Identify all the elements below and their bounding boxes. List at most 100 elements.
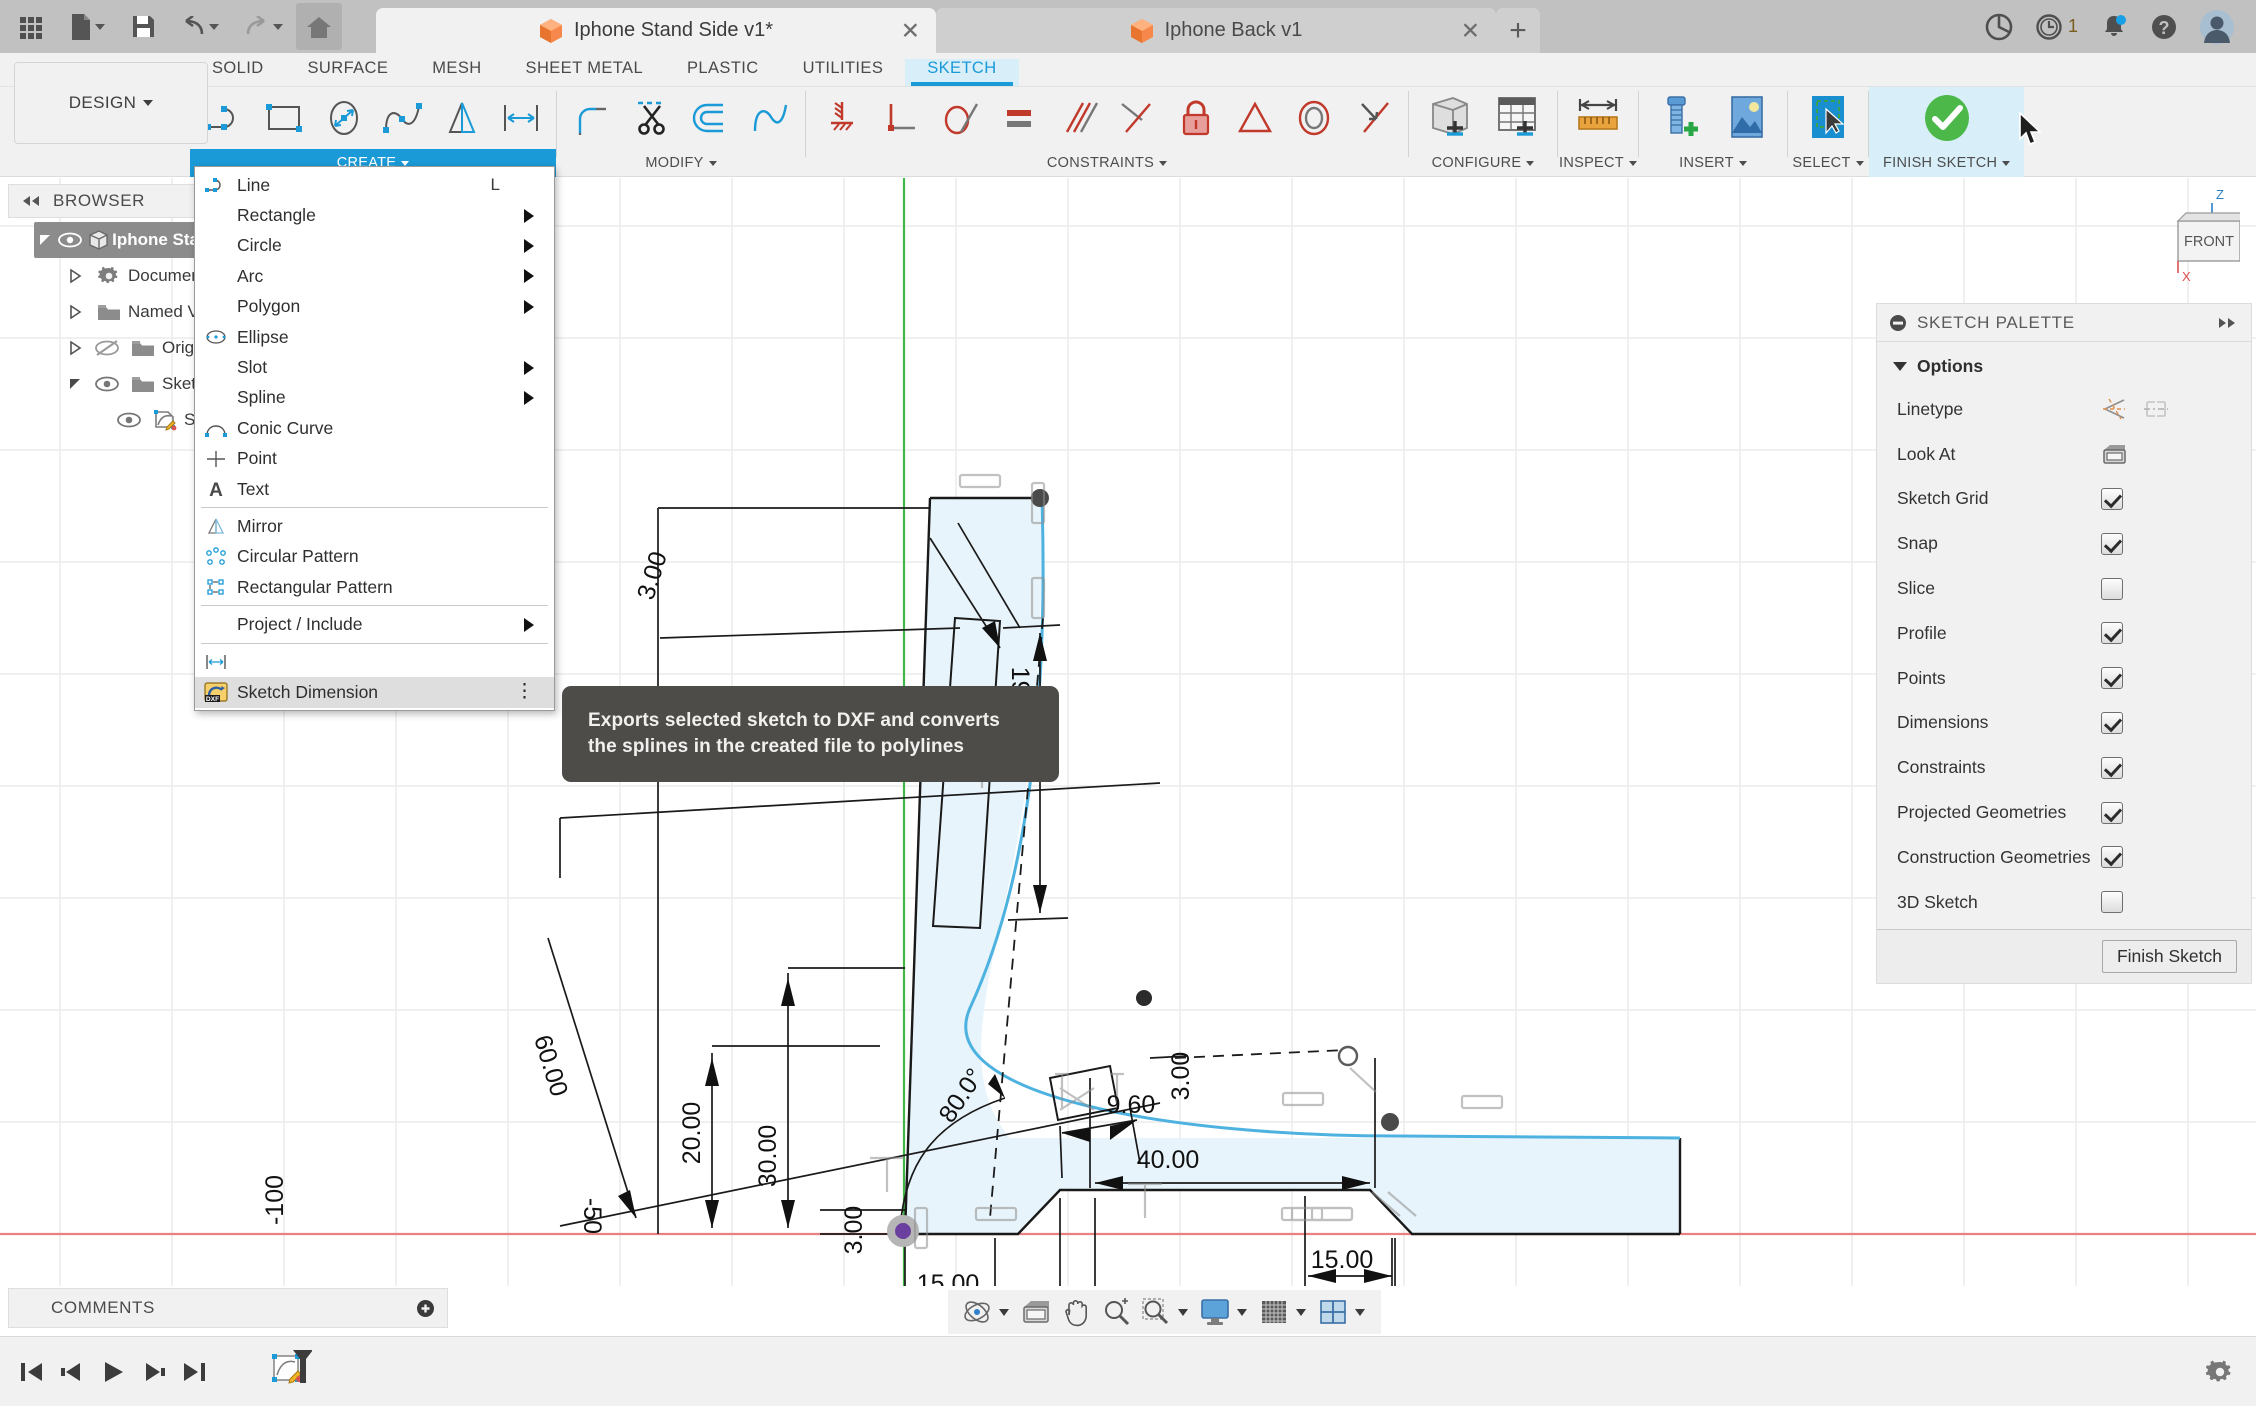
menu-item-text[interactable]: A Text — [195, 474, 554, 504]
collinear-icon[interactable] — [1107, 89, 1166, 147]
app-grid-icon[interactable] — [8, 3, 54, 50]
menu-item-circular-pattern[interactable]: Circular Pattern — [195, 542, 554, 572]
zoom-window-icon[interactable] — [1137, 1293, 1175, 1331]
symmetry-icon[interactable] — [1225, 89, 1284, 147]
mirror-icon[interactable] — [432, 89, 491, 147]
look-at-icon[interactable] — [2101, 442, 2127, 466]
configure-part-icon[interactable] — [1415, 89, 1483, 147]
redo-icon[interactable] — [232, 3, 294, 50]
menu-item-sketch-dimension[interactable] — [195, 647, 554, 677]
collapse-left-icon[interactable] — [21, 195, 41, 207]
step-forward-icon[interactable] — [140, 1360, 168, 1384]
ribbon-group-label-insert[interactable]: INSERT — [1639, 149, 1787, 177]
play-icon[interactable] — [100, 1360, 126, 1384]
eye-visible-icon[interactable] — [57, 232, 83, 248]
home-icon[interactable] — [296, 3, 342, 50]
tangent-icon[interactable] — [930, 89, 989, 147]
midpoint-icon[interactable] — [1343, 89, 1402, 147]
eye-visible-icon[interactable] — [112, 411, 146, 429]
ribbon-tab-mesh[interactable]: MESH — [410, 59, 503, 86]
ribbon-group-label-configure[interactable]: CONFIGURE — [1409, 149, 1557, 177]
ribbon-tab-utilities[interactable]: UTILITIES — [781, 59, 906, 86]
close-icon[interactable]: ✕ — [901, 19, 920, 42]
construction-geometries-checkbox[interactable] — [2101, 846, 2123, 869]
timeline-settings-icon[interactable] — [2206, 1358, 2256, 1386]
trim-icon[interactable] — [622, 89, 681, 147]
parallel-icon[interactable] — [1048, 89, 1107, 147]
menu-item-export-to-dxf[interactable]: DXF Sketch Dimension ⋮ — [195, 677, 554, 708]
twist-closed-icon[interactable] — [60, 269, 90, 283]
twist-open-icon[interactable] — [60, 377, 90, 391]
viewports-icon[interactable] — [1314, 1293, 1352, 1331]
avatar-icon[interactable] — [2200, 9, 2234, 44]
menu-item-mirror[interactable]: Mirror — [195, 511, 554, 541]
step-back-icon[interactable] — [58, 1360, 86, 1384]
3d-sketch-checkbox[interactable] — [2101, 891, 2123, 914]
menu-item-rectangular-pattern[interactable]: Rectangular Pattern — [195, 572, 554, 602]
offset-icon[interactable] — [681, 89, 740, 147]
ellipse-icon[interactable] — [314, 89, 373, 147]
measure-icon[interactable] — [1564, 89, 1632, 147]
comments-panel[interactable]: COMMENTS — [8, 1288, 448, 1328]
orbit-icon[interactable] — [958, 1293, 996, 1331]
ribbon-tab-sketch[interactable]: SKETCH — [905, 59, 1019, 86]
pan-hand-icon[interactable] — [1057, 1293, 1095, 1331]
chevron-down-icon[interactable] — [1355, 1308, 1365, 1316]
zoom-icon[interactable] — [1097, 1293, 1135, 1331]
expand-right-icon[interactable] — [2217, 317, 2239, 329]
menu-item-spline[interactable]: Spline — [195, 383, 554, 413]
twist-closed-icon[interactable] — [60, 341, 90, 355]
go-to-end-icon[interactable] — [182, 1360, 208, 1384]
new-tab-button[interactable]: + — [1496, 8, 1540, 53]
insert-image-icon[interactable] — [1713, 89, 1781, 147]
ribbon-group-label-modify[interactable]: MODIFY — [557, 149, 805, 177]
display-settings-icon[interactable] — [1196, 1293, 1234, 1331]
workspace-selector[interactable]: DESIGN — [14, 62, 208, 144]
finish-sketch-button[interactable]: Finish Sketch — [2101, 939, 2237, 973]
menu-item-polygon[interactable]: Polygon — [195, 292, 554, 322]
twist-open-icon[interactable] — [34, 233, 57, 247]
ribbon-tab-sheet-metal[interactable]: SHEET METAL — [504, 59, 665, 86]
chevron-down-icon[interactable] — [1237, 1308, 1247, 1316]
perpendicular-icon[interactable] — [871, 89, 930, 147]
ribbon-group-label-constraints[interactable]: CONSTRAINTS — [806, 149, 1408, 177]
twist-closed-icon[interactable] — [60, 305, 90, 319]
menu-item-conic-curve[interactable]: Conic Curve — [195, 413, 554, 443]
ribbon-tab-surface[interactable]: SURFACE — [286, 59, 411, 86]
profile-checkbox[interactable] — [2101, 622, 2123, 645]
sketch1-feature-icon[interactable] — [272, 1349, 312, 1395]
menu-item-line[interactable]: Line L — [195, 170, 554, 200]
dimensions-checkbox[interactable] — [2101, 711, 2123, 734]
eye-visible-icon[interactable] — [90, 375, 124, 393]
document-tab-inactive[interactable]: Iphone Back v1 ✕ — [936, 8, 1496, 53]
chevron-down-icon[interactable] — [1178, 1308, 1188, 1316]
points-checkbox[interactable] — [2101, 667, 2123, 690]
save-icon[interactable] — [120, 3, 166, 50]
constraints-checkbox[interactable] — [2101, 756, 2123, 779]
menu-item-rectangle[interactable]: Rectangle — [195, 200, 554, 230]
configure-table-icon[interactable] — [1483, 89, 1551, 147]
ribbon-tab-plastic[interactable]: PLASTIC — [665, 59, 781, 86]
go-to-start-icon[interactable] — [18, 1360, 44, 1384]
look-at-icon[interactable] — [1017, 1293, 1055, 1331]
new-file-icon[interactable] — [56, 3, 118, 50]
finish-sketch-check-icon[interactable] — [1913, 89, 1981, 147]
concentric-icon[interactable] — [1284, 89, 1343, 147]
fix-icon[interactable] — [1166, 89, 1225, 147]
close-icon[interactable]: ✕ — [1461, 19, 1480, 42]
menu-item-point[interactable]: Point — [195, 444, 554, 474]
snap-checkbox[interactable] — [2101, 532, 2123, 555]
add-comment-icon[interactable] — [416, 1299, 435, 1318]
break-curve-icon[interactable] — [740, 89, 799, 147]
insert-mcmaster-icon[interactable] — [1645, 89, 1713, 147]
sketch-dimension-icon[interactable] — [491, 89, 550, 147]
eye-hidden-icon[interactable] — [90, 339, 124, 357]
bell-icon[interactable] — [2100, 13, 2128, 41]
chevron-down-icon[interactable] — [1296, 1308, 1306, 1316]
slice-checkbox[interactable] — [2101, 577, 2123, 600]
job-status-icon[interactable]: 1 — [2035, 13, 2078, 41]
chevron-down-icon[interactable] — [999, 1308, 1009, 1316]
rectangle-icon[interactable] — [255, 89, 314, 147]
menu-item-slot[interactable]: Slot — [195, 352, 554, 382]
equal-icon[interactable] — [989, 89, 1048, 147]
